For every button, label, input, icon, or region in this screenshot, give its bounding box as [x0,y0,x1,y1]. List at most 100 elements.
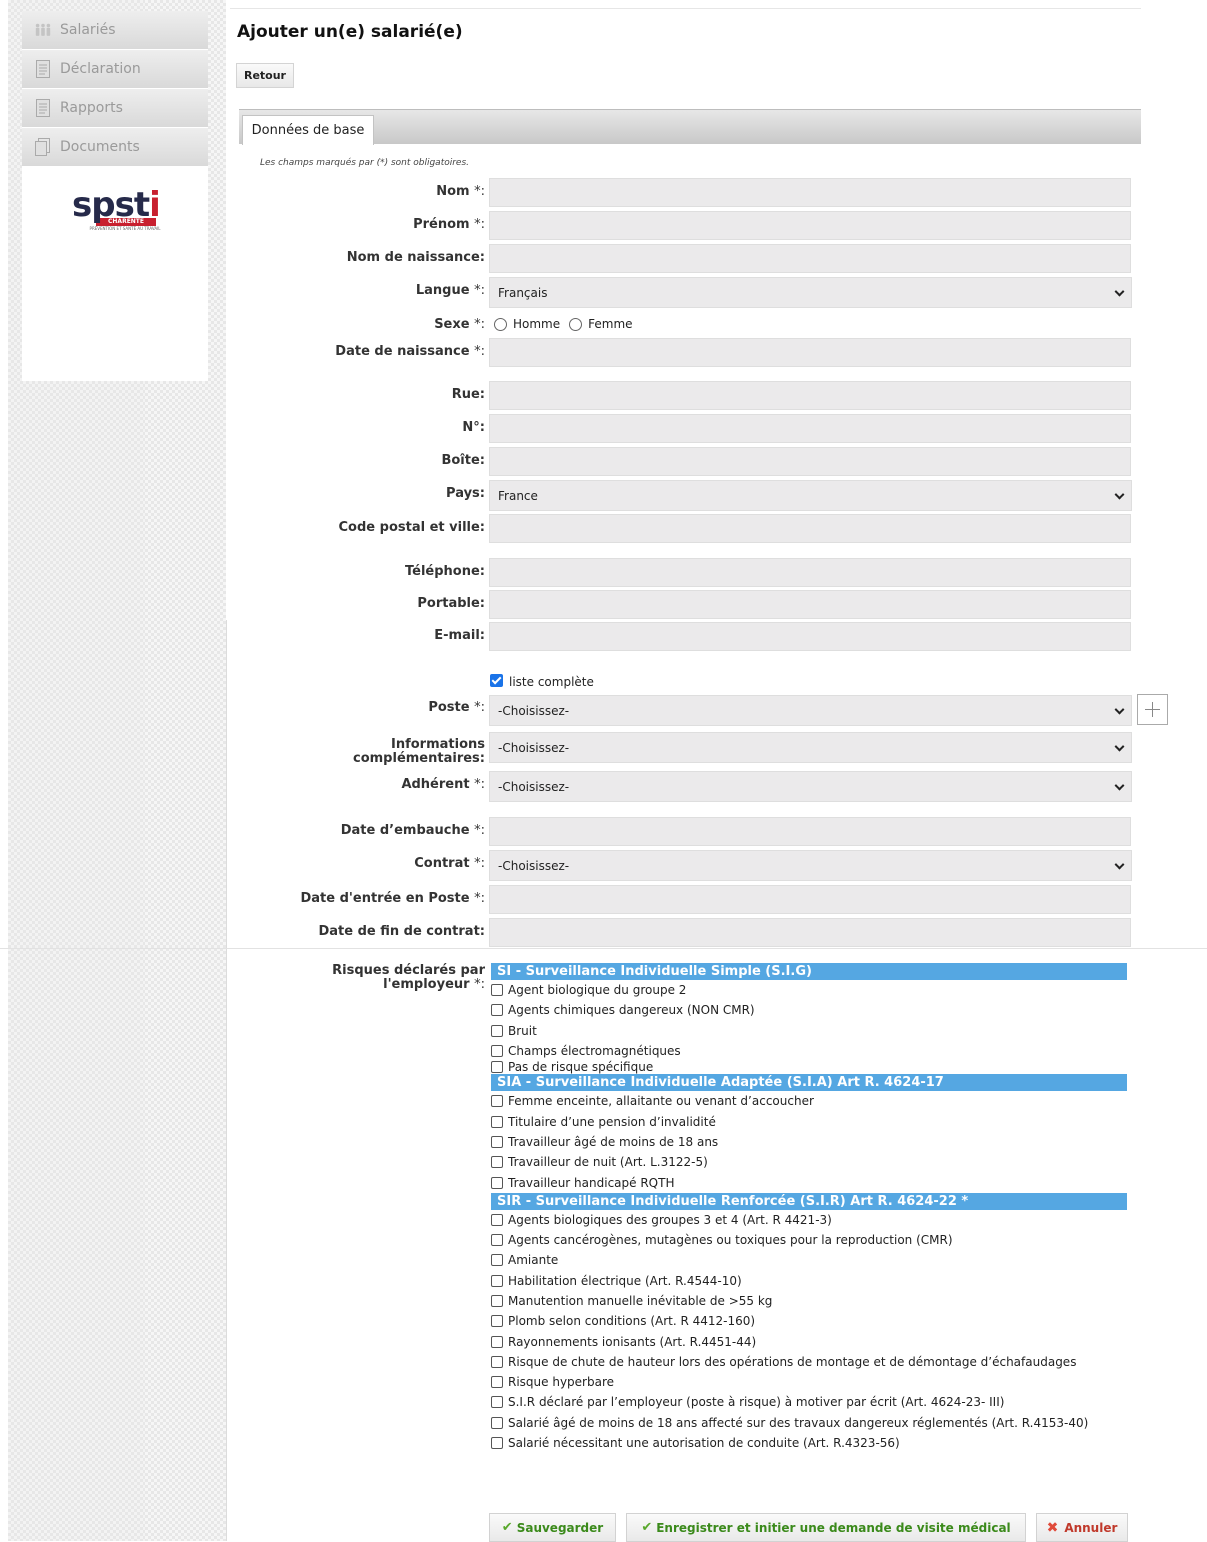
list-item[interactable]: Travailleur âgé de moins de 18 ans [491,1132,1127,1152]
list-item[interactable]: Pas de risque spécifique [491,1060,1127,1074]
risk-checkbox[interactable] [491,1254,503,1267]
list-item[interactable]: Travailleur de nuit (Art. L.3122-5) [491,1152,1127,1172]
risk-checkbox[interactable] [491,1396,503,1409]
nom-field[interactable] [489,178,1131,207]
spsti-logo: spsti CHARENTE PRÉVENTION ET SANTÉ AU TR… [72,185,161,231]
list-item[interactable]: Risque de chute de hauteur lors des opér… [491,1352,1127,1372]
telephone-field[interactable] [489,558,1131,587]
list-item[interactable]: Femme enceinte, allaitante ou venant d’a… [491,1091,1127,1111]
list-item[interactable]: Champs électromagnétiques [491,1041,1127,1061]
contrat-select[interactable]: -Choisissez- [489,850,1132,881]
femme-radio[interactable] [569,317,583,331]
document-icon [34,59,52,79]
risk-checkbox[interactable] [491,1234,503,1247]
risk-checkbox[interactable] [491,1115,503,1128]
boite-field[interactable] [489,447,1131,476]
risk-checkbox[interactable] [491,1004,503,1017]
risk-checkbox[interactable] [491,1135,503,1148]
list-item[interactable]: Titulaire d’une pension d’invalidité [491,1111,1127,1131]
date-naissance-field[interactable] [489,338,1131,367]
date-fin-contrat-field[interactable] [489,918,1131,947]
list-item[interactable]: Risque hyperbare [491,1372,1127,1392]
add-poste-button[interactable] [1137,694,1168,725]
risk-checkbox[interactable] [491,1437,503,1450]
sidebar-item-declaration[interactable]: Déclaration [22,50,208,88]
risk-checkbox[interactable] [491,1095,503,1108]
email-field[interactable] [489,622,1131,651]
homme-radio[interactable] [494,317,507,331]
list-item[interactable]: Rayonnements ionisants (Art. R.4451-44) [491,1331,1127,1351]
risk-checkbox[interactable] [491,1416,503,1429]
list-item[interactable]: Salarié âgé de moins de 18 ans affecté s… [491,1413,1127,1433]
risk-checkbox[interactable] [491,1274,503,1287]
sidebar-item-label: Déclaration [60,61,141,77]
risk-checkbox[interactable] [491,1024,503,1037]
chevron-down-icon [1114,704,1125,715]
list-item[interactable]: Agent biologique du groupe 2 [491,980,1127,1000]
risk-checkbox[interactable] [491,1295,503,1307]
risk-checkbox[interactable] [491,1156,503,1169]
list-item[interactable]: Agents cancérogènes, mutagènes ou toxiqu… [491,1230,1127,1250]
date-entree-label: Date d'entrée en Poste *: [300,891,485,906]
langue-select[interactable]: Français [489,277,1132,308]
sidebar-item-rapports[interactable]: Rapports [22,89,208,127]
save-and-request-visit-button[interactable]: ✔ Enregistrer et initier une demande de v… [626,1513,1026,1542]
risk-checkbox[interactable] [491,1176,503,1189]
adherent-select[interactable]: -Choisissez- [489,771,1132,802]
risk-checkbox[interactable] [491,1213,503,1226]
list-item[interactable]: Agents biologiques des groupes 3 et 4 (A… [491,1210,1127,1230]
documents-icon [34,137,52,157]
date-entree-field[interactable] [489,885,1131,914]
save-button[interactable]: ✔ Sauvegarder [489,1513,616,1542]
infos-complementaires-select[interactable]: -Choisissez- [489,732,1132,763]
risk-checkbox[interactable] [491,984,503,997]
cancel-button[interactable]: ✖ Annuler [1036,1513,1128,1542]
close-icon: ✖ [1046,1519,1059,1536]
risk-checkbox[interactable] [491,1060,503,1073]
list-item[interactable]: Travailleur handicapé RQTH [491,1172,1127,1192]
prenom-field[interactable] [489,211,1131,240]
risk-checkbox[interactable] [491,1335,503,1348]
portable-field[interactable] [489,590,1131,619]
list-item[interactable]: Agents chimiques dangereux (NON CMR) [491,1000,1127,1020]
sexe-radio-group: Homme Femme [494,317,633,331]
back-button[interactable]: Retour [236,63,294,88]
list-item[interactable]: S.I.R déclaré par l’employeur (poste à r… [491,1392,1127,1412]
list-item[interactable]: Manutention manuelle inévitable de >55 k… [491,1291,1127,1311]
list-item[interactable]: Amiante [491,1250,1127,1270]
list-item[interactable]: Plomb selon conditions (Art. R 4412-160) [491,1311,1127,1331]
tab-donnees-de-base[interactable]: Données de base [242,115,374,145]
nom-naissance-field[interactable] [489,244,1131,273]
risk-checkbox[interactable] [491,1045,503,1058]
risk-checkbox[interactable] [491,1355,503,1368]
pays-select[interactable]: France [489,480,1132,511]
liste-complete-checkbox[interactable] [490,674,503,687]
list-item[interactable]: Habilitation électrique (Art. R.4544-10) [491,1271,1127,1291]
sidebar-item-label: Salariés [60,22,116,38]
sexe-label: Sexe *: [434,317,485,332]
nom-naissance-label: Nom de naissance: [346,250,485,265]
tab-bar [239,109,1141,144]
telephone-label: Téléphone: [405,564,485,579]
people-icon [34,20,52,40]
list-item[interactable]: Bruit [491,1021,1127,1041]
code-postal-field[interactable] [489,514,1131,543]
chevron-down-icon [1114,489,1125,500]
risk-checkbox[interactable] [491,1376,503,1389]
risques-list: SI - Surveillance Individuelle Simple (S… [491,963,1127,1453]
sidebar-item-label: Documents [60,139,140,155]
list-item[interactable]: Salarié nécessitant une autorisation de … [491,1433,1127,1453]
date-embauche-field[interactable] [489,817,1131,846]
email-label: E-mail: [434,628,485,643]
risk-group-header-sir: SIR - Surveillance Individuelle Renforcé… [491,1192,1127,1210]
rue-field[interactable] [489,381,1131,410]
risk-checkbox[interactable] [491,1315,503,1328]
sidebar-item-documents[interactable]: Documents [22,128,208,166]
date-fin-contrat-label: Date de fin de contrat: [318,924,485,939]
poste-label: Poste *: [428,700,485,715]
report-icon [34,98,52,118]
numero-field[interactable] [489,414,1131,443]
sidebar-item-salaries[interactable]: Salariés [22,11,208,49]
poste-select[interactable]: -Choisissez- [489,695,1132,726]
numero-label: N°: [462,420,485,435]
